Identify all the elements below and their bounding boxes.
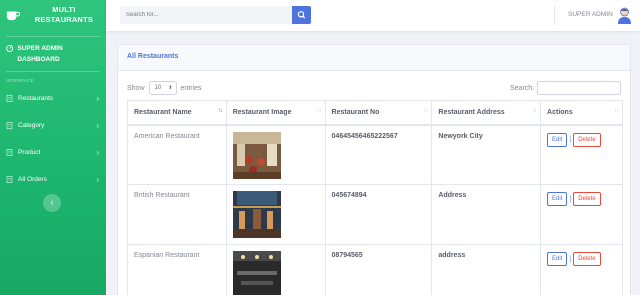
updown-arrow-icon: ⬍	[168, 85, 173, 91]
brand-name: MULTI RESTAURANTS	[34, 5, 94, 24]
restaurant-address: Address	[431, 184, 542, 245]
topbar-divider	[554, 6, 555, 25]
sidebar-item-category[interactable]: Category ›	[0, 112, 106, 139]
table-row: American Restaurant 04645456465222567 Ne	[127, 124, 623, 185]
restaurant-image	[232, 251, 281, 295]
chevron-right-icon: ›	[96, 121, 99, 130]
restaurant-address: address	[431, 244, 542, 295]
column-header[interactable]: Restaurant Name ↑↓	[127, 100, 227, 126]
sidebar: MULTI RESTAURANTS SUPER ADMIN DASHBOARD …	[0, 0, 106, 295]
page-length: Show 10 ⬍ entries	[127, 81, 202, 95]
restaurant-image-cell	[225, 124, 326, 185]
table-row: British Restaurant 045674894 Address Edi…	[127, 184, 623, 245]
file-icon	[6, 176, 13, 183]
entries-label: entries	[180, 84, 202, 92]
edit-button[interactable]: Edit	[547, 252, 568, 266]
sidebar-item-product[interactable]: Product ›	[0, 139, 106, 166]
table-search-input[interactable]	[537, 81, 622, 95]
search-button[interactable]	[292, 6, 311, 24]
avatar-icon[interactable]	[617, 6, 632, 25]
topbar: SUPER ADMIN	[106, 0, 640, 31]
entries-value: 10	[154, 85, 162, 91]
sort-icon: ↑↓	[423, 108, 428, 114]
actions-cell: Edit | Delete	[540, 244, 623, 295]
sort-icon: ↑↓	[614, 108, 619, 114]
search-label: Search:	[510, 84, 535, 92]
table-row: Espanian Restaurant 08794565 address Edi…	[127, 244, 623, 295]
sidebar-item-label: Category	[18, 122, 45, 129]
chevron-right-icon: ›	[96, 148, 99, 157]
restaurant-name: American Restaurant	[127, 124, 227, 185]
show-label: Show	[127, 84, 145, 92]
separator: |	[569, 136, 572, 143]
section-heading: INTERFACE	[6, 78, 34, 83]
chevron-right-icon: ›	[96, 94, 99, 103]
restaurant-image	[232, 131, 281, 179]
sidebar-item-all-orders[interactable]: All Orders ›	[0, 166, 106, 193]
delete-button[interactable]: Delete	[573, 132, 601, 147]
edit-button[interactable]: Edit	[547, 132, 568, 147]
restaurants-table: Restaurant Name ↑↓ Restaurant Image ↑↓ Res…	[127, 100, 623, 295]
sidebar-item-label: Restaurants	[18, 95, 54, 102]
sidebar-item-dashboard[interactable]: SUPER ADMIN DASHBOARD	[0, 37, 106, 71]
column-header[interactable]: Actions ↑↓	[540, 100, 623, 126]
brand[interactable]: MULTI RESTAURANTS	[0, 0, 106, 36]
dashboard-label: SUPER ADMIN DASHBOARD	[17, 45, 63, 63]
card-title: All Restaurants	[118, 45, 630, 71]
restaurant-no: 04645456465222567	[324, 124, 433, 185]
restaurant-image-cell	[225, 244, 326, 295]
sort-asc-icon: ↑↓	[217, 108, 223, 114]
search-input[interactable]	[120, 6, 292, 24]
coffee-cup-icon	[6, 11, 20, 21]
sidebar-item-restaurants[interactable]: Restaurants ›	[0, 85, 106, 112]
sort-icon: ↑↓	[532, 108, 537, 114]
restaurant-name: Espanian Restaurant	[127, 244, 227, 295]
delete-button[interactable]: Delete	[573, 192, 601, 206]
restaurant-image-cell	[225, 184, 326, 245]
user-name[interactable]: SUPER ADMIN	[568, 11, 613, 18]
restaurant-image	[232, 191, 281, 238]
file-icon	[6, 122, 13, 129]
restaurants-card: All Restaurants Show 10 ⬍ entries Search…	[117, 44, 631, 295]
column-header[interactable]: Restaurant No ↑↓	[324, 100, 433, 126]
search-icon	[297, 11, 306, 19]
restaurant-no: 045674894	[324, 184, 433, 245]
separator: |	[569, 255, 572, 263]
search-bar	[120, 6, 311, 24]
actions-cell: Edit | Delete	[540, 124, 623, 185]
chevron-right-icon: ›	[96, 175, 99, 184]
table-search: Search:	[510, 81, 622, 95]
restaurant-no: 08794565	[324, 244, 433, 295]
restaurant-address: Newyork City	[431, 124, 542, 185]
restaurant-name: British Restaurant	[127, 184, 227, 245]
separator: |	[569, 195, 572, 203]
sidebar-item-label: Product	[18, 149, 41, 156]
file-icon	[6, 95, 13, 102]
column-header[interactable]: Restaurant Address ↑↓	[431, 100, 542, 126]
table-controls: Show 10 ⬍ entries Search:	[118, 71, 630, 97]
column-header[interactable]: Restaurant Image ↑↓	[225, 100, 326, 126]
sidebar-toggle-button[interactable]: ‹	[43, 194, 61, 212]
delete-button[interactable]: Delete	[573, 252, 601, 266]
file-icon	[6, 149, 13, 156]
entries-select[interactable]: 10 ⬍	[148, 81, 177, 95]
table-header-row: Restaurant Name ↑↓ Restaurant Image ↑↓ Res…	[127, 100, 623, 126]
actions-cell: Edit | Delete	[540, 184, 623, 245]
sort-icon: ↑↓	[316, 108, 322, 114]
dashboard-icon	[6, 44, 14, 52]
sidebar-item-label: All Orders	[18, 176, 47, 183]
edit-button[interactable]: Edit	[547, 192, 568, 206]
